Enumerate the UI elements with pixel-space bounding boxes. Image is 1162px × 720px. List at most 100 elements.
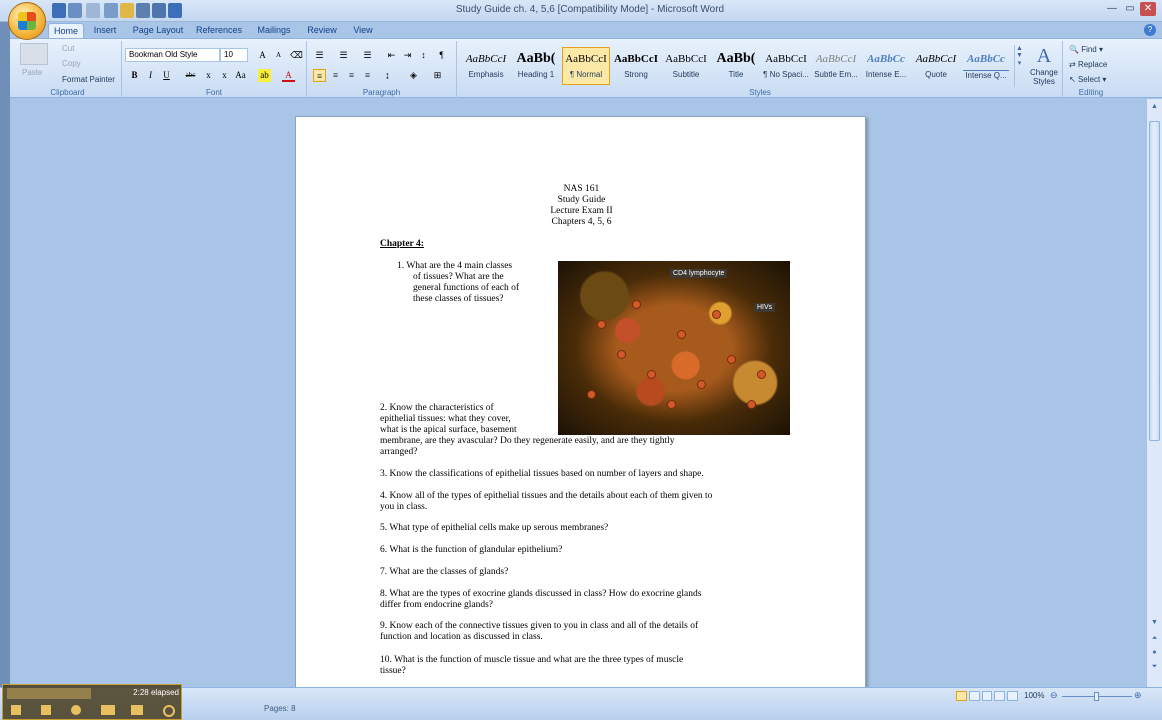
highlight-icon[interactable]: ab [258,69,271,82]
office-button[interactable] [8,2,46,40]
undo-record-icon[interactable] [131,705,143,715]
style-intense-quote[interactable]: AaBbCc Intense Q... [962,47,1010,85]
strikethrough-icon[interactable]: abc [184,69,197,82]
scroll-up-icon[interactable]: ▲ [1149,103,1160,113]
superscript-icon[interactable]: x [218,69,231,82]
font-name-combo[interactable]: Bookman Old Style [125,48,220,62]
shading-icon[interactable]: ◈ [407,69,420,82]
subscript-icon[interactable]: x [202,69,215,82]
mic-icon[interactable] [71,705,81,715]
new-icon[interactable] [104,3,118,18]
scroll-down-icon[interactable]: ▼ [1149,619,1160,629]
style-title[interactable]: AaBb(Title [712,47,760,85]
paste-icon[interactable] [20,43,48,65]
record-icon[interactable] [11,705,21,715]
open-icon[interactable] [120,3,134,18]
maximize-icon[interactable]: ▭ [1122,2,1138,16]
clear-format-icon[interactable]: ⌫ [290,49,303,62]
paste-button[interactable]: Paste [22,68,42,77]
prev-page-icon[interactable]: ⏶ [1149,635,1160,645]
sort-icon[interactable]: ↕ [417,49,430,62]
show-marks-icon[interactable]: ¶ [435,49,448,62]
vertical-scrollbar[interactable]: ▲ ▼ ⏶ ● ⏷ [1146,99,1162,687]
zoom-in-icon[interactable]: ⊕ [1134,690,1142,701]
align-left-icon[interactable]: ≡ [313,69,326,82]
print-icon[interactable] [136,3,150,18]
italic-icon[interactable]: I [144,69,157,82]
numbering-icon[interactable]: ☰ [337,49,350,62]
tab-page-layout[interactable]: Page Layout [130,23,186,38]
change-case-icon[interactable]: Aa [234,69,247,82]
undo-icon[interactable] [68,3,82,18]
hiv-lymphocyte-photo[interactable]: CD4 lymphocyte HIVs [558,261,790,435]
style-intense-emphasis[interactable]: AaBbCc Intense E... [862,47,910,85]
outline-icon[interactable] [994,691,1006,701]
align-right-icon[interactable]: ≡ [345,69,358,82]
zoom-out-icon[interactable]: ⊖ [1050,690,1058,701]
copy-button[interactable]: Copy [62,59,81,68]
styles-scroll-icon[interactable]: ▲ ▼ ▾ [1014,45,1024,87]
select-button[interactable]: ↖ Select ▾ [1069,75,1106,84]
grow-font-icon[interactable]: A [256,49,269,62]
style-subtitle[interactable]: AaBbCcI Subtitle [662,47,710,85]
find-button[interactable]: 🔍 Find ▾ [1069,45,1103,54]
borders-icon[interactable]: ⊞ [431,69,444,82]
multilevel-icon[interactable]: ☰ [361,49,374,62]
line-spacing-icon[interactable]: ↨ [381,69,394,82]
bullets-icon[interactable]: ☰ [313,49,326,62]
style-emphasis[interactable]: AaBbCcI Emphasis [462,47,510,85]
decrease-indent-icon[interactable]: ⇤ [385,49,398,62]
web-layout-icon[interactable] [981,691,993,701]
question-text: what is the apical surface, basement [380,425,517,435]
question-text: of tissues? What are the [413,272,504,282]
underline-icon[interactable]: U [160,69,173,82]
style-name: Intense Q... [965,71,1007,80]
tab-review[interactable]: Review [304,23,340,38]
style-subtle-emphasis[interactable]: AaBbCcI Subtle Em... [812,47,860,85]
style-no-spacing[interactable]: AaBbCcI ¶ No Spaci... [762,47,810,85]
font-color-icon[interactable]: A [282,69,295,82]
full-screen-icon[interactable] [968,691,980,701]
minimize-icon[interactable]: — [1104,2,1120,16]
format-painter-button[interactable]: Format Painter [62,75,115,84]
justify-icon[interactable]: ≡ [361,69,374,82]
question-text: you in class. [380,502,428,512]
print-layout-icon[interactable] [956,691,967,701]
draft-icon[interactable] [1007,691,1018,701]
style-quote[interactable]: AaBbCcI Quote [912,47,960,85]
font-size-combo[interactable]: 10 [220,48,248,62]
preview-icon[interactable] [152,3,166,18]
tab-mailings[interactable]: Mailings [253,23,295,38]
bold-icon[interactable]: B [128,69,141,82]
change-styles-button[interactable]: A Change Styles [1026,45,1062,86]
style-normal[interactable]: AaBbCcI ¶ Normal [562,47,610,85]
webcam-icon[interactable] [101,705,115,715]
question-text: 9. Know each of the connective tissues g… [380,621,699,631]
paragraph-group: ☰ ☰ ☰ ⇤ ⇥ ↕ ¶ ≡ ≡ ≡ ≡ ↨ ◈ ⊞ Paragraph [307,41,457,98]
pause-icon[interactable] [41,705,51,715]
style-strong[interactable]: AaBbCcI Strong [612,47,660,85]
document-page[interactable]: NAS 161 Study Guide Lecture Exam II Chap… [295,116,866,696]
spelling-icon[interactable] [168,3,182,18]
style-name: Subtitle [672,70,700,79]
shrink-font-icon[interactable]: A [272,49,285,62]
align-center-icon[interactable]: ≡ [329,69,342,82]
help-icon[interactable]: ? [1144,24,1156,36]
scroll-thumb[interactable] [1149,121,1160,441]
next-page-icon[interactable]: ⏷ [1149,663,1160,673]
tab-insert[interactable]: Insert [90,23,120,38]
replace-button[interactable]: ⇄ Replace [1069,60,1107,69]
zoom-thumb[interactable] [1094,692,1099,701]
style-heading-1[interactable]: AaBb(Heading 1 [512,47,560,85]
select-browse-icon[interactable]: ● [1149,649,1160,659]
zoom-level[interactable]: 100% [1024,691,1044,700]
cut-button[interactable]: Cut [62,44,74,53]
save-icon[interactable] [52,3,66,18]
tab-view[interactable]: View [348,23,378,38]
stop-icon[interactable] [163,705,175,717]
tab-references[interactable]: References [194,23,244,38]
increase-indent-icon[interactable]: ⇥ [401,49,414,62]
tab-home[interactable]: Home [48,23,84,38]
redo-icon[interactable] [86,3,100,18]
close-icon[interactable]: ✕ [1140,2,1156,16]
